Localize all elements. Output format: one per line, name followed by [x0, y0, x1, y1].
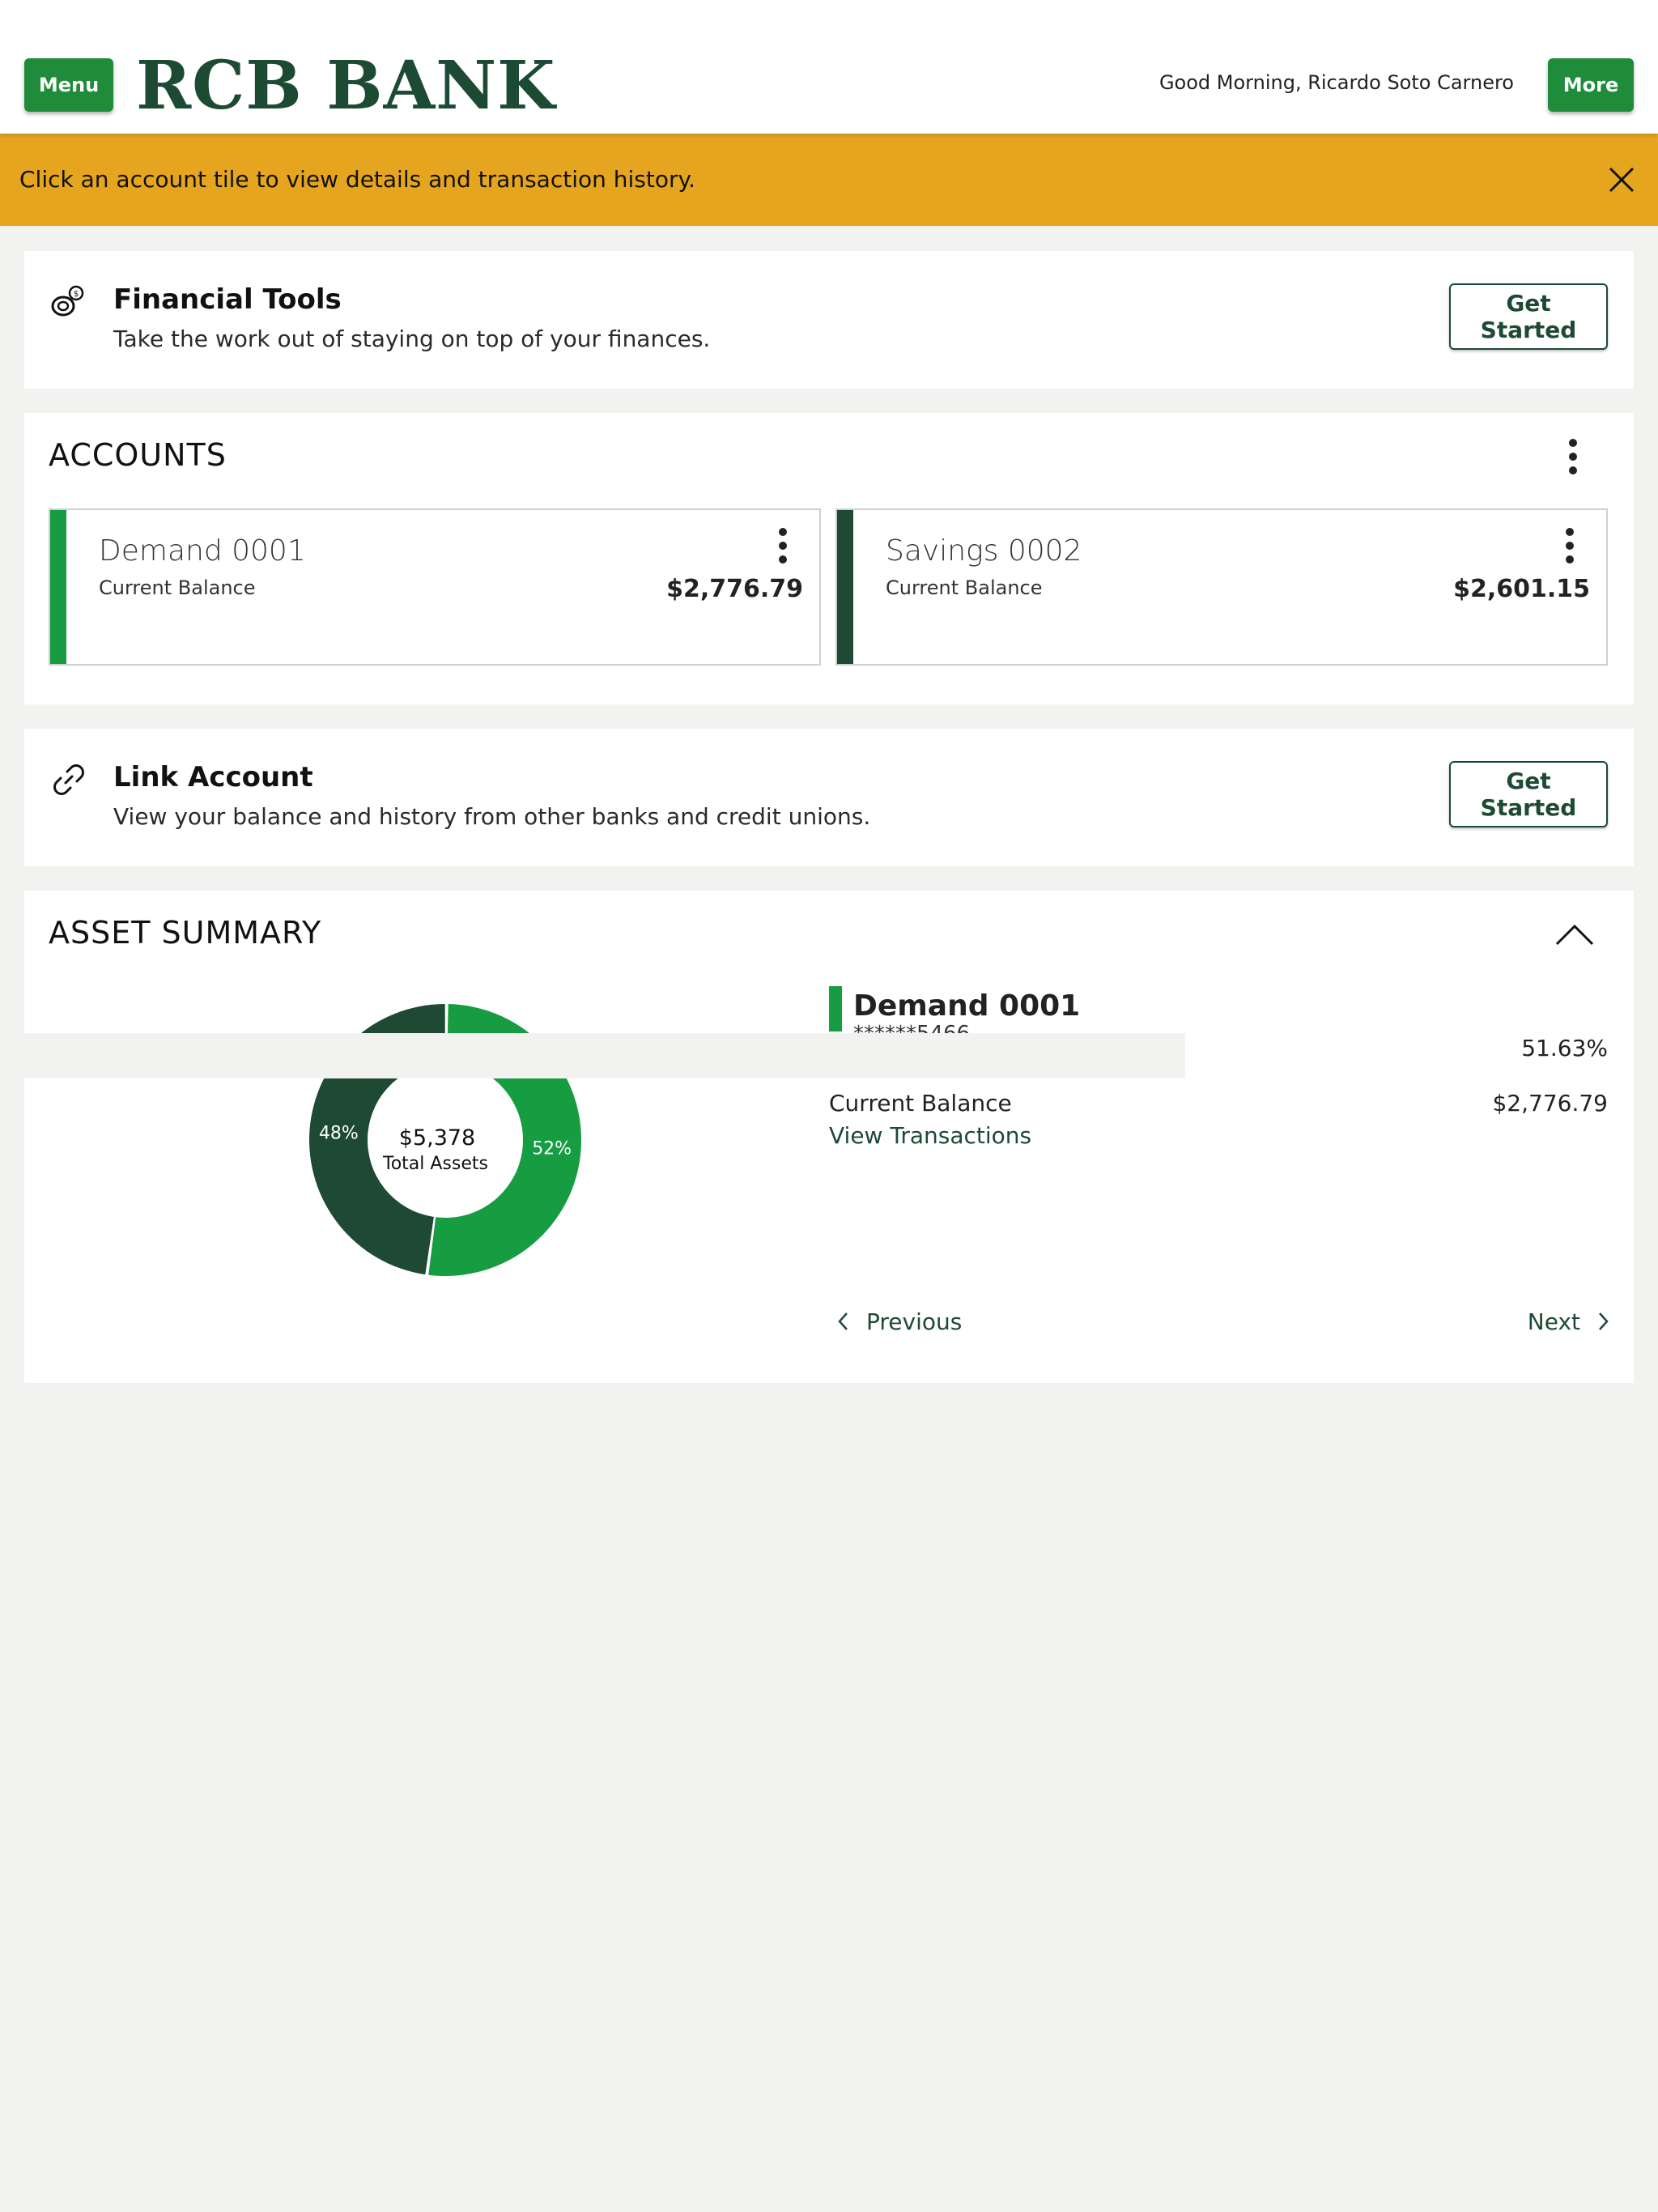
previous-button[interactable]: Previous	[837, 1307, 962, 1336]
next-label: Next	[1527, 1308, 1580, 1335]
bank-logo[interactable]: RCB BANK	[136, 47, 555, 125]
account-balance-label: Current Balance	[886, 576, 1043, 599]
detail-percent: 51.63%	[1521, 1035, 1608, 1061]
link-icon	[53, 764, 84, 795]
accounts-heading: ACCOUNTS	[49, 437, 227, 473]
account-balance-amount: $2,776.79	[666, 575, 803, 603]
financial-tools-title: Financial Tools	[113, 283, 342, 316]
link-account-subtitle: View your balance and history from other…	[113, 803, 871, 830]
chart-center-label: Total Assets	[382, 1154, 488, 1174]
banner-text: Click an account tile to view details an…	[19, 166, 695, 193]
detail-balance-value: $2,776.79	[1492, 1090, 1608, 1117]
accounts-card: ACCOUNTS Demand 0001 Current Balance $2,…	[24, 413, 1634, 704]
account-name: Savings 0002	[886, 534, 1082, 568]
link-account-get-started-button[interactable]: Get Started	[1449, 761, 1608, 827]
link-account-card: Link Account View your balance and histo…	[24, 729, 1634, 866]
asset-summary-heading: ASSET SUMMARY	[49, 915, 322, 951]
top-header: Menu RCB BANK Good Morning, Ricardo Soto…	[0, 0, 1658, 134]
svg-text:$: $	[74, 290, 79, 299]
info-banner: Click an account tile to view details an…	[0, 134, 1658, 226]
account-color-bar	[837, 510, 853, 664]
financial-tools-get-started-button[interactable]: Get Started	[1449, 283, 1608, 350]
menu-button[interactable]: Menu	[24, 58, 113, 112]
view-transactions-link[interactable]: View Transactions	[829, 1122, 1031, 1149]
greeting-text: Good Morning, Ricardo Soto Carnero	[1158, 71, 1514, 94]
detail-account-name: Demand 0001	[853, 989, 1081, 1023]
financial-tools-subtitle: Take the work out of staying on top of y…	[113, 325, 711, 352]
account-balance-amount: $2,601.15	[1453, 575, 1590, 603]
coins-icon: $	[51, 285, 84, 317]
next-button[interactable]: Next	[1528, 1307, 1609, 1336]
detail-color-bar	[829, 986, 842, 1032]
financial-tools-card: $ Financial Tools Take the work out of s…	[24, 251, 1634, 389]
account-tile-savings[interactable]: Savings 0002 Current Balance $2,601.15	[835, 508, 1608, 666]
account-name: Demand 0001	[99, 534, 306, 568]
close-icon[interactable]	[1608, 166, 1635, 194]
asset-donut-chart[interactable]: 52% 48% $5,378 Total Assets	[300, 986, 591, 1278]
chart-center-value: $5,378	[399, 1125, 475, 1151]
previous-label: Previous	[866, 1308, 963, 1335]
account-tile-more-icon[interactable]	[1564, 528, 1575, 567]
chevron-left-icon	[838, 1312, 848, 1330]
account-tile-demand[interactable]: Demand 0001 Current Balance $2,776.79	[49, 508, 821, 666]
account-tile-more-icon[interactable]	[777, 528, 789, 567]
account-balance-label: Current Balance	[99, 576, 256, 599]
overlay-strip	[24, 1033, 1185, 1078]
chevron-up-icon[interactable]	[1554, 923, 1595, 947]
chevron-right-icon	[1599, 1312, 1609, 1330]
detail-account-number: ******5466	[853, 1022, 970, 1033]
link-account-title: Link Account	[113, 761, 313, 793]
account-color-bar	[50, 510, 66, 664]
accounts-more-icon[interactable]	[1567, 439, 1579, 478]
donut-label-demand-0001: 52%	[532, 1139, 572, 1159]
more-button[interactable]: More	[1548, 58, 1634, 112]
donut-label-savings-0002: 48%	[319, 1123, 359, 1143]
detail-balance-label: Current Balance	[829, 1090, 1012, 1117]
